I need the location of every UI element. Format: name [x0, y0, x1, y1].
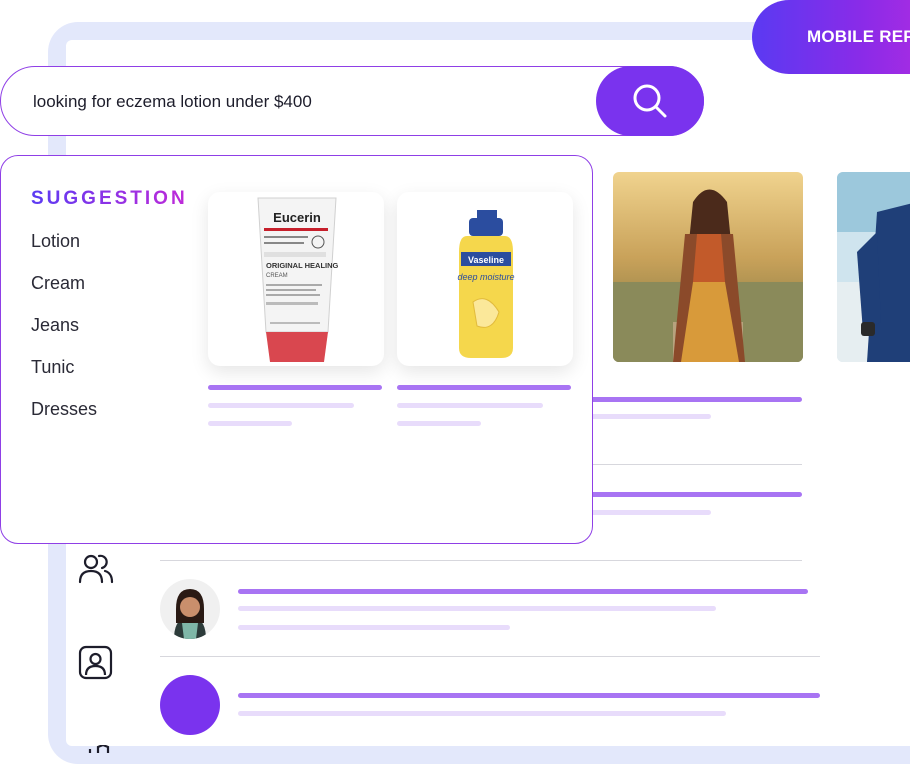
- placeholder-line: [208, 403, 354, 408]
- suggestion-item-tunic[interactable]: Tunic: [31, 356, 97, 398]
- product-text-vaseline: deep moisture: [457, 272, 514, 282]
- suggestion-item-dresses[interactable]: Dresses: [31, 398, 97, 440]
- product-brand-vaseline: Vaseline: [468, 255, 504, 265]
- placeholder-line: [208, 385, 382, 390]
- people-icon[interactable]: [78, 550, 114, 591]
- divider: [160, 560, 802, 561]
- divider: [160, 656, 820, 657]
- search-input[interactable]: [31, 67, 595, 137]
- placeholder-line: [238, 625, 510, 630]
- fashion-photo-woman[interactable]: [613, 172, 803, 362]
- product-text-eucerin: ORIGINAL HEALING: [266, 261, 339, 270]
- placeholder-line: [590, 510, 711, 515]
- search-button[interactable]: [596, 66, 704, 136]
- placeholder-line: [590, 414, 711, 419]
- placeholder-line: [590, 397, 802, 402]
- placeholder-line: [397, 403, 543, 408]
- suggestion-title: SUGGESTION: [31, 188, 188, 209]
- suggestion-dropdown: SUGGESTION Lotion Cream Jeans Tunic Dres…: [0, 155, 593, 544]
- placeholder-line: [208, 421, 292, 426]
- placeholder-line: [238, 711, 726, 716]
- product-subtext-eucerin: CREAM: [266, 273, 288, 279]
- product-card-eucerin[interactable]: Eucerin ORIGINAL HEALING CREAM: [208, 192, 384, 366]
- suggestion-list: Lotion Cream Jeans Tunic Dresses: [31, 230, 97, 440]
- suggestion-item-lotion[interactable]: Lotion: [31, 230, 97, 272]
- product-card-vaseline[interactable]: Vaseline deep moisture: [397, 192, 573, 366]
- placeholder-line: [590, 492, 802, 497]
- mobile-rep-label: MOBILE REP: [807, 27, 910, 46]
- fashion-photo-man[interactable]: [837, 172, 910, 362]
- avatar[interactable]: [160, 675, 220, 735]
- search-bar: [0, 66, 704, 137]
- contact-card-icon[interactable]: [78, 645, 114, 686]
- placeholder-line: [397, 421, 481, 426]
- placeholder-line: [238, 693, 820, 698]
- placeholder-line: [238, 589, 808, 594]
- suggestion-item-cream[interactable]: Cream: [31, 272, 97, 314]
- mobile-rep-button[interactable]: MOBILE REP: [752, 0, 910, 74]
- product-brand-eucerin: Eucerin: [273, 210, 321, 225]
- settings-icon[interactable]: [86, 740, 114, 758]
- placeholder-line: [397, 385, 571, 390]
- placeholder-line: [238, 606, 716, 611]
- suggestion-item-jeans[interactable]: Jeans: [31, 314, 97, 356]
- avatar[interactable]: [160, 579, 220, 639]
- search-icon: [633, 84, 667, 118]
